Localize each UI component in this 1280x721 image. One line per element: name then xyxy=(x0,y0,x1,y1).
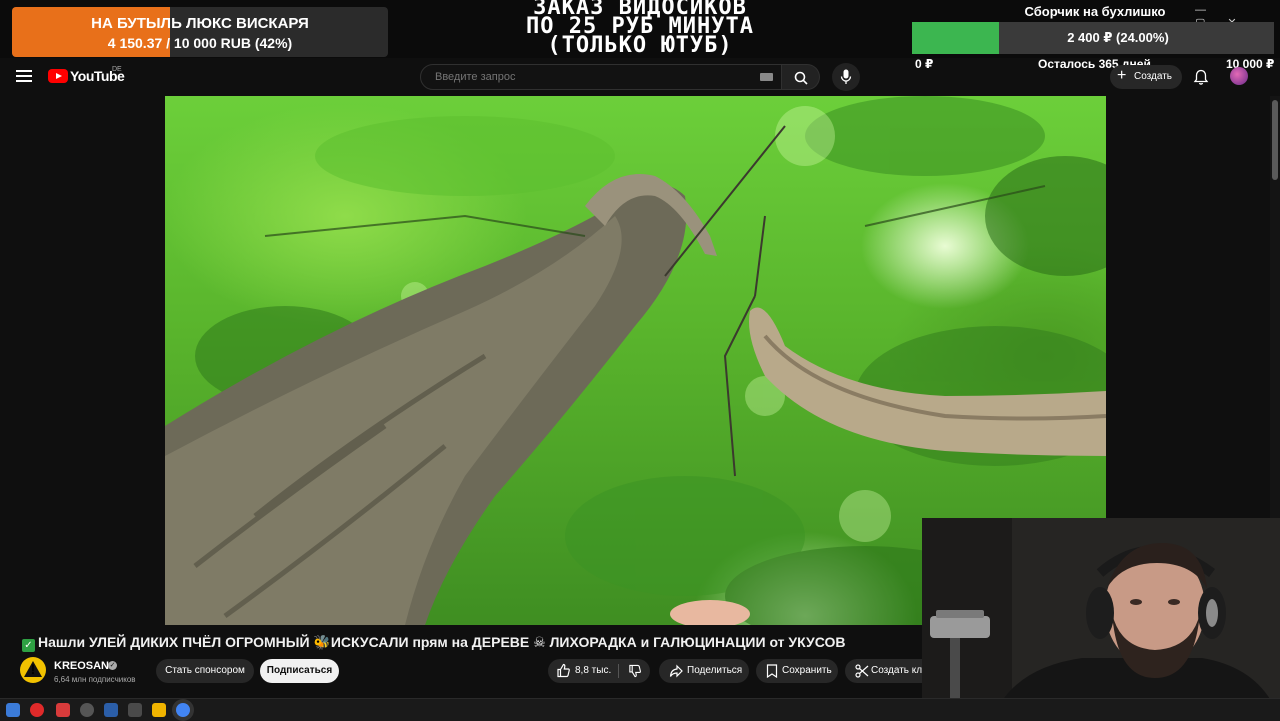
user-avatar[interactable] xyxy=(1230,67,1248,85)
verified-badge-icon: ✓ xyxy=(108,661,117,670)
streamer-webcam xyxy=(922,518,1280,720)
video-title: ✓ Нашли УЛЕЙ ДИКИХ ПЧЁЛ ОГРОМНЫЙ 🐝ИСКУСАЛ… xyxy=(22,634,845,652)
video-title-part3: ЛИХОРАДКА и ГАЛЮЦИНАЦИИ от УКУСОВ xyxy=(549,634,846,650)
order-videos-banner: ЗАКАЗ ВИДОСИКОВ ПО 25 РУБ МИНУТА (ТОЛЬКО… xyxy=(460,0,820,58)
share-label: Поделиться xyxy=(687,665,743,676)
share-icon xyxy=(669,664,683,678)
bee-emoji-icon: 🐝 xyxy=(313,634,331,650)
skull-emoji-icon: ☠ xyxy=(533,634,546,650)
scrollbar-thumb[interactable] xyxy=(1272,100,1278,180)
app-blue-icon[interactable] xyxy=(104,703,118,717)
video-title-part2: ИСКУСАЛИ прям на ДЕРЕВЕ xyxy=(330,634,530,650)
keyboard-icon[interactable] xyxy=(760,73,773,81)
clip-label: Создать кл xyxy=(871,665,923,676)
app-gray-icon[interactable] xyxy=(128,703,142,717)
donation-goal-amount: 4 150.37 / 10 000 RUB (42%) xyxy=(107,35,293,51)
channel-avatar[interactable] xyxy=(20,657,46,683)
like-count[interactable]: 8,8 тыс. xyxy=(575,665,611,676)
plus-icon: + xyxy=(1117,67,1127,84)
windows-taskbar xyxy=(0,698,1280,721)
save-button[interactable]: Сохранить xyxy=(756,659,838,683)
search-icon xyxy=(794,71,808,85)
search-button[interactable] xyxy=(782,64,820,90)
video-title-part1: Нашли УЛЕЙ ДИКИХ ПЧЁЛ ОГРОМНЫЙ xyxy=(38,634,310,650)
thumb-up-icon[interactable] xyxy=(556,663,571,678)
collector-goal-bar: 2 400 ₽ (24.00%) xyxy=(912,22,1274,54)
mic-icon xyxy=(840,69,852,84)
warning-triangle-icon xyxy=(24,661,42,677)
save-label: Сохранить xyxy=(782,665,832,676)
channel-name[interactable]: KREOSAN xyxy=(54,660,109,672)
collector-goal-amount: 2 400 ₽ (24.00%) xyxy=(1067,30,1169,45)
start-menu-icon[interactable] xyxy=(6,703,20,717)
order-banner-line3: (ТОЛЬКО ЮТУБ) xyxy=(547,33,733,58)
collector-min-label: 0 ₽ xyxy=(915,57,934,71)
like-dislike-group: 8,8 тыс. xyxy=(548,659,650,683)
app-red-icon[interactable] xyxy=(56,703,70,717)
chrome-icon[interactable] xyxy=(176,703,190,717)
check-mark-icon: ✓ xyxy=(22,639,35,652)
region-code: DE xyxy=(112,66,122,73)
donation-goal-title: НА БУТЫЛЬ ЛЮКС ВИСКАРЯ xyxy=(91,15,309,32)
menu-icon[interactable] xyxy=(16,70,32,82)
subscribe-button[interactable]: Подписаться xyxy=(260,659,339,683)
search-box[interactable] xyxy=(420,64,782,90)
thumb-down-icon[interactable] xyxy=(628,664,642,678)
subscriber-count: 6,64 млн подписчиков xyxy=(54,675,136,684)
voice-search-button[interactable] xyxy=(832,63,860,91)
share-button[interactable]: Поделиться xyxy=(659,659,749,683)
join-sponsor-button[interactable]: Стать спонсором xyxy=(156,659,254,683)
webcam-frame-image xyxy=(922,518,1280,720)
yandex-browser-icon[interactable] xyxy=(30,703,44,717)
obs-icon[interactable] xyxy=(80,703,94,717)
bookmark-icon xyxy=(766,664,778,678)
scissors-icon xyxy=(855,664,869,678)
create-button-label: Создать xyxy=(1134,71,1173,82)
bell-icon[interactable] xyxy=(1193,69,1209,86)
youtube-logo-icon[interactable] xyxy=(48,69,68,83)
app-yellow-icon[interactable] xyxy=(152,703,166,717)
collector-goal-title: Сборчик на бухлишко xyxy=(1024,4,1166,19)
search-input[interactable] xyxy=(433,70,737,84)
create-button[interactable]: + Создать xyxy=(1110,65,1182,89)
like-divider xyxy=(618,664,619,678)
